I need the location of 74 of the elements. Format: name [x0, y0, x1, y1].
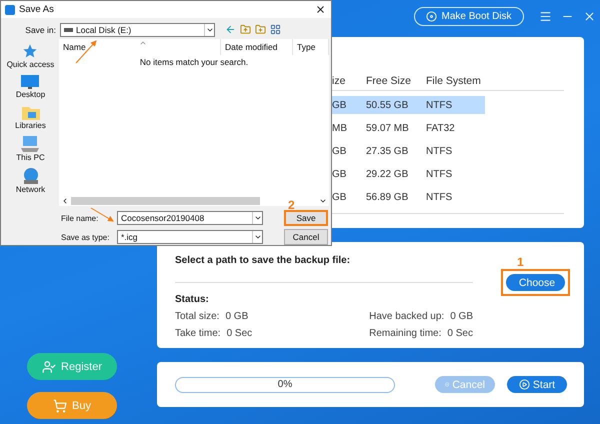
choose-button[interactable]: Choose [506, 274, 565, 291]
make-boot-disk-button[interactable]: Make Boot Disk [414, 7, 524, 26]
save-button[interactable]: Save [284, 210, 328, 226]
table-cell-text: NTFS [426, 192, 454, 202]
place-item[interactable]: Libraries [15, 105, 46, 130]
view-menu-icon[interactable] [270, 24, 281, 36]
status-title: Status: [175, 294, 210, 305]
new-folder-icon[interactable] [255, 24, 266, 36]
table-cell-text: NTFS [426, 100, 454, 110]
globe-icon [22, 168, 40, 184]
empty-message: No items match your search. [138, 57, 250, 68]
stat-label: Remaining time: [369, 328, 442, 339]
drive-icon [64, 28, 73, 32]
column-header: File System [426, 75, 482, 87]
close-icon [314, 4, 326, 15]
disc-icon [426, 11, 438, 22]
place-item[interactable]: Quick access [6, 43, 54, 70]
table-cell-text: 29.22 GB [366, 168, 410, 180]
computer-icon [21, 136, 40, 152]
table-cell-text: GB [332, 192, 348, 202]
save-in-label: Save in: [24, 24, 57, 35]
monitor-icon [21, 75, 40, 90]
step-number: 2 [288, 200, 295, 211]
backup-path-prompt: Select a path to save the backup file: [175, 255, 473, 283]
chevron-down-icon [254, 214, 262, 222]
stat-label: Total size: [175, 311, 220, 322]
stat-value: 0 GB [450, 311, 473, 322]
cancel-button[interactable]: Cancel [284, 229, 328, 245]
stat-label: Take time: [175, 328, 221, 339]
table-cell-text: 59.07 MB [366, 122, 410, 134]
place-item[interactable]: Desktop [16, 75, 46, 100]
menu-icon [538, 10, 552, 23]
folder-up-icon[interactable] [240, 24, 251, 36]
user-check-icon [42, 360, 56, 374]
table-cell-text: 27.35 GB [366, 146, 410, 156]
table-cell-text: GB [332, 146, 348, 156]
place-item[interactable]: Network [16, 168, 46, 194]
table-cell-text: 50.55 GB [366, 100, 410, 110]
column-header[interactable]: Date modified [221, 39, 293, 56]
stat-label: Have backed up: [369, 311, 444, 322]
column-header[interactable]: Name [59, 39, 221, 56]
folder-icon [22, 105, 40, 120]
stat-value: 0 Sec [226, 328, 252, 339]
save-in-dropdown[interactable]: Local Disk (E:) [60, 22, 215, 37]
table-cell-text: NTFS [426, 168, 454, 180]
file-name-field[interactable]: Cocosensor20190408 [117, 211, 263, 225]
file-name-label: File name: [61, 214, 98, 222]
place-item[interactable]: This PC [16, 136, 45, 162]
table-cell-text: GB [332, 100, 348, 110]
chevron-left-icon[interactable] [61, 197, 69, 205]
step-number: 1 [517, 255, 524, 269]
back-arrow-icon[interactable] [225, 24, 236, 36]
column-header: Free Size [366, 75, 412, 87]
chevron-down-icon [254, 233, 262, 241]
table-cell-text: 56.89 GB [366, 192, 410, 202]
table-cell-text: NTFS [426, 146, 454, 156]
table-cell-text: GB [332, 168, 348, 180]
column-header[interactable]: Type [293, 39, 329, 56]
app-icon [5, 4, 15, 14]
play-circle-icon [518, 379, 530, 390]
cart-icon [53, 398, 68, 412]
column-header: ize [332, 75, 346, 87]
save-type-label: Save as type: [61, 232, 110, 242]
chevron-down-icon[interactable] [319, 197, 327, 205]
progress-reading: 0% [276, 378, 294, 390]
stat-value: 0 Sec [447, 328, 473, 339]
save-type-dropdown[interactable]: *.icg [117, 230, 263, 244]
table-cell-text: FAT32 [426, 122, 456, 134]
star-icon [22, 43, 38, 60]
stat-value: 0 GB [225, 311, 248, 322]
table-cell-text: MB [332, 122, 348, 134]
start-button[interactable]: Start [507, 376, 567, 393]
close-icon [582, 10, 596, 23]
dialog-title: Save As [19, 4, 55, 15]
